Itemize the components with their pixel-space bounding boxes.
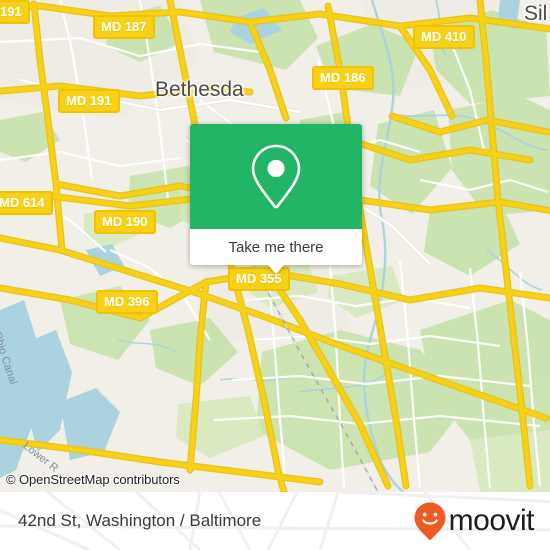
card-pin-panel [190,124,362,229]
moovit-smiling-pin-logo [414,502,446,540]
moovit-brand[interactable]: moovit [413,501,535,541]
highway-shield-md-614[interactable]: MD 614 [0,191,53,215]
highway-shield-md-187[interactable]: MD 187 [93,15,155,39]
moovit-map-screenshot: Bethesda Sil Ohio Canal Lower R 191 MD 1… [0,0,550,550]
take-me-there-label: Take me there [228,238,324,256]
highway-shield-md-190[interactable]: MD 190 [94,210,156,234]
openstreetmap-attribution[interactable]: © OpenStreetMap contributors [6,472,180,487]
highway-shield-md-410[interactable]: MD 410 [413,25,475,49]
highway-shield-191-edge[interactable]: 191 [0,0,30,24]
take-me-there-card[interactable]: Take me there [190,124,362,274]
footer-bar: 42nd St, Washington / Baltimore moovit [0,492,550,550]
map-pin-icon [251,144,301,208]
card-pointer-tail [268,265,284,274]
highway-shield-md-186[interactable]: MD 186 [312,66,374,90]
highway-shield-md-396[interactable]: MD 396 [96,290,158,314]
highway-shield-md-191[interactable]: MD 191 [58,89,120,113]
moovit-wordmark: moovit [448,504,535,537]
location-title: 42nd St, Washington / Baltimore [18,511,262,530]
card-action-row[interactable]: Take me there [190,229,362,265]
